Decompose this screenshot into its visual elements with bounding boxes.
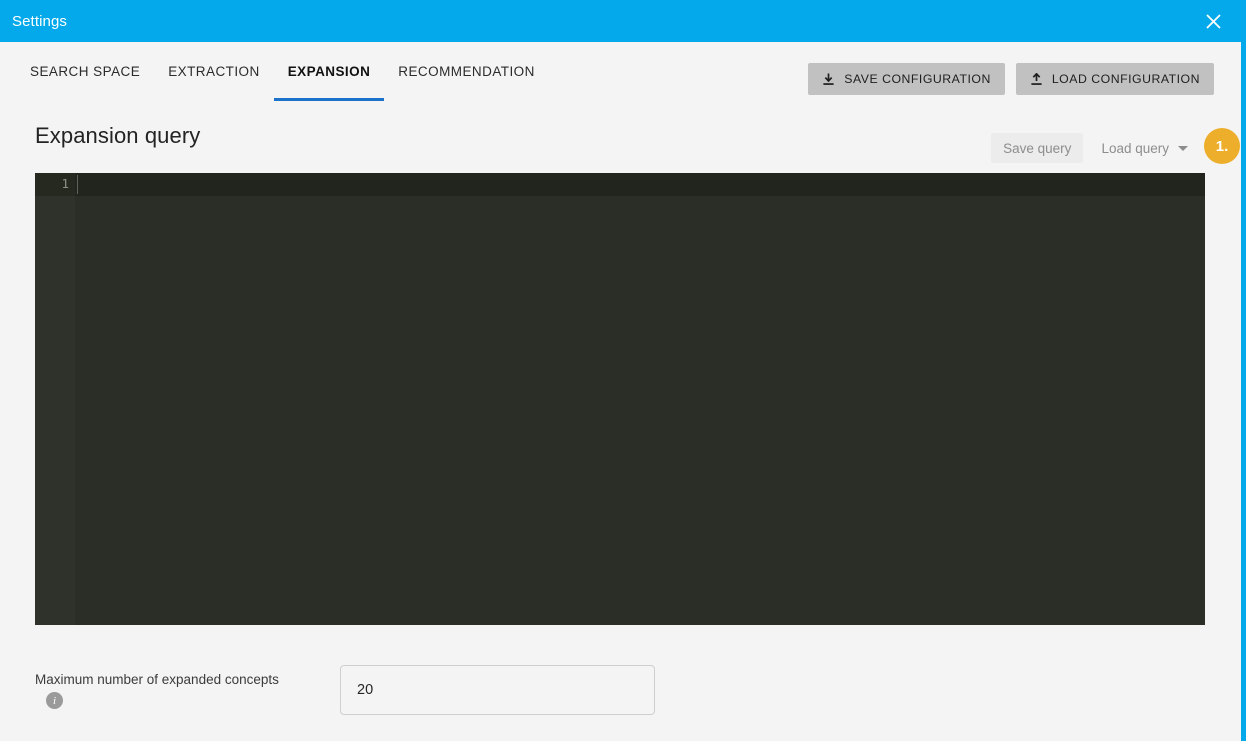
editor-gutter: 1 [35,173,75,625]
chevron-down-icon [1178,145,1188,151]
query-actions: Save query Load query [991,133,1200,163]
settings-window: Settings SEARCH SPACE EXTRACTION EXPANSI… [0,0,1246,741]
save-configuration-button[interactable]: SAVE CONFIGURATION [808,63,1005,95]
tab-label: EXTRACTION [168,64,260,79]
max-expanded-concepts-label: Maximum number of expanded concepts [35,672,279,687]
save-configuration-label: SAVE CONFIGURATION [844,72,991,86]
window-title: Settings [12,12,67,30]
tab-extraction[interactable]: EXTRACTION [154,42,274,101]
section-header: Expansion query Save query Load query [0,118,1241,173]
step-badge: 1. [1204,128,1240,164]
tab-label: SEARCH SPACE [30,64,141,79]
tab-search-space[interactable]: SEARCH SPACE [30,42,154,101]
save-query-label: Save query [1003,140,1072,156]
max-expanded-concepts-row: Maximum number of expanded concepts i [0,663,1241,741]
editor-active-line [35,173,1205,196]
editor-line-number: 1 [61,176,69,191]
load-query-button[interactable]: Load query [1089,133,1200,163]
save-query-button[interactable]: Save query [991,133,1084,163]
upload-icon [1030,72,1043,86]
window-titlebar: Settings [0,0,1241,42]
editor-caret [77,175,78,194]
max-expanded-concepts-input[interactable] [340,665,655,715]
configuration-buttons: SAVE CONFIGURATION LOAD CONFIGURATION [808,63,1214,95]
tab-label: EXPANSION [287,64,371,79]
close-icon[interactable] [1199,7,1227,35]
info-icon[interactable]: i [46,692,63,709]
load-query-label: Load query [1101,140,1169,156]
expansion-query-editor[interactable]: 1 [35,173,1205,625]
download-icon [822,73,835,86]
tab-expansion[interactable]: EXPANSION [273,42,385,101]
tab-label: RECOMMENDATION [398,64,535,79]
tab-recommendation[interactable]: RECOMMENDATION [384,42,549,101]
load-configuration-button[interactable]: LOAD CONFIGURATION [1015,63,1214,95]
load-configuration-label: LOAD CONFIGURATION [1051,72,1200,86]
page-title: Expansion query [35,123,201,148]
